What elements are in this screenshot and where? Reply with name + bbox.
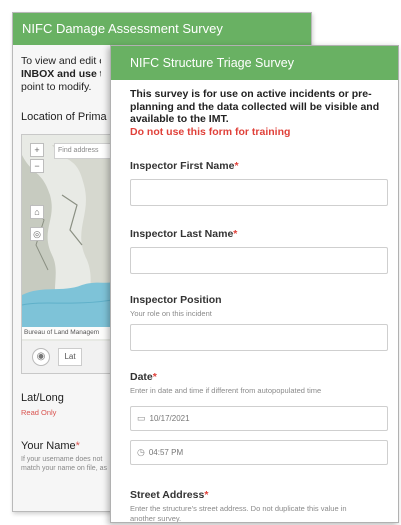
inspector-first-name-input[interactable] bbox=[130, 179, 388, 206]
map-attribution: Bureau of Land Managem bbox=[22, 327, 116, 339]
map-search-input[interactable]: Find address bbox=[54, 143, 116, 159]
date-value: 10/17/2021 bbox=[149, 414, 190, 423]
clock-icon: ◷ bbox=[137, 447, 145, 457]
locate-icon[interactable]: ◉ bbox=[32, 348, 50, 366]
time-input[interactable]: ◷ 04:57 PM bbox=[130, 440, 388, 465]
training-warning: Do not use this form for training bbox=[130, 125, 291, 138]
street-address-hint: Enter the structure's street address. Do… bbox=[130, 504, 347, 523]
back-survey-header: NIFC Damage Assessment Survey bbox=[13, 13, 311, 45]
intro-line: planning and the data collected will be … bbox=[130, 100, 380, 113]
inspector-last-name-input[interactable] bbox=[130, 247, 388, 274]
inspector-position-hint: Your role on this incident bbox=[130, 309, 212, 318]
question-street-address: Street Address* Enter the structure's st… bbox=[130, 489, 386, 523]
your-name-label: Your Name* bbox=[21, 440, 80, 452]
time-value: 04:57 PM bbox=[148, 448, 184, 457]
zoom-in-button[interactable]: + bbox=[30, 143, 44, 157]
date-hint: Enter in date and time if different from… bbox=[130, 386, 322, 395]
map-location-bar: ◉ Lat bbox=[22, 341, 116, 373]
survey-intro: This survey is for use on active inciden… bbox=[130, 88, 386, 126]
date-input[interactable]: ▭ 10/17/2021 bbox=[130, 406, 388, 431]
locate-map-button[interactable]: ◎ bbox=[30, 227, 44, 241]
calendar-icon: ▭ bbox=[137, 413, 146, 423]
date-label: Date* bbox=[130, 371, 157, 383]
zoom-out-button[interactable]: − bbox=[30, 159, 44, 173]
question-inspector-position: Inspector Position Your role on this inc… bbox=[130, 294, 388, 351]
inspector-first-name-label: Inspector First Name* bbox=[130, 160, 239, 172]
latlong-label: Lat/Long bbox=[21, 392, 64, 404]
read-only-label: Read Only bbox=[21, 408, 57, 417]
question-inspector-last-name: Inspector Last Name* bbox=[130, 228, 388, 274]
intro-line: available to the IMT. bbox=[130, 113, 229, 125]
question-inspector-first-name: Inspector First Name* bbox=[130, 160, 388, 206]
front-survey-body: This survey is for use on active inciden… bbox=[111, 80, 398, 523]
inspector-position-input[interactable] bbox=[130, 324, 388, 351]
lat-button[interactable]: Lat bbox=[58, 348, 82, 366]
front-survey-card: NIFC Structure Triage Survey This survey… bbox=[110, 45, 399, 523]
intro-line: This survey is for use on active inciden… bbox=[130, 88, 372, 100]
back-intro-line: INBOX and use th bbox=[21, 68, 101, 80]
location-label: Location of Prima bbox=[21, 111, 107, 123]
question-date: Date* Enter in date and time if differen… bbox=[130, 371, 388, 465]
front-survey-header: NIFC Structure Triage Survey bbox=[111, 46, 398, 80]
street-address-label: Street Address* bbox=[130, 489, 209, 501]
home-button[interactable]: ⌂ bbox=[30, 205, 44, 219]
back-intro-line: point to modify. bbox=[21, 81, 92, 93]
inspector-position-label: Inspector Position bbox=[130, 294, 222, 306]
inspector-last-name-label: Inspector Last Name* bbox=[130, 228, 238, 240]
back-survey-intro: To view and edit e INBOX and use th poin… bbox=[13, 45, 109, 94]
location-map[interactable]: Find address + − ⌂ ◎ Bureau of Land Mana… bbox=[21, 134, 117, 374]
back-intro-line: To view and edit e bbox=[21, 55, 101, 67]
your-name-hint: If your username does not match your nam… bbox=[21, 456, 107, 472]
